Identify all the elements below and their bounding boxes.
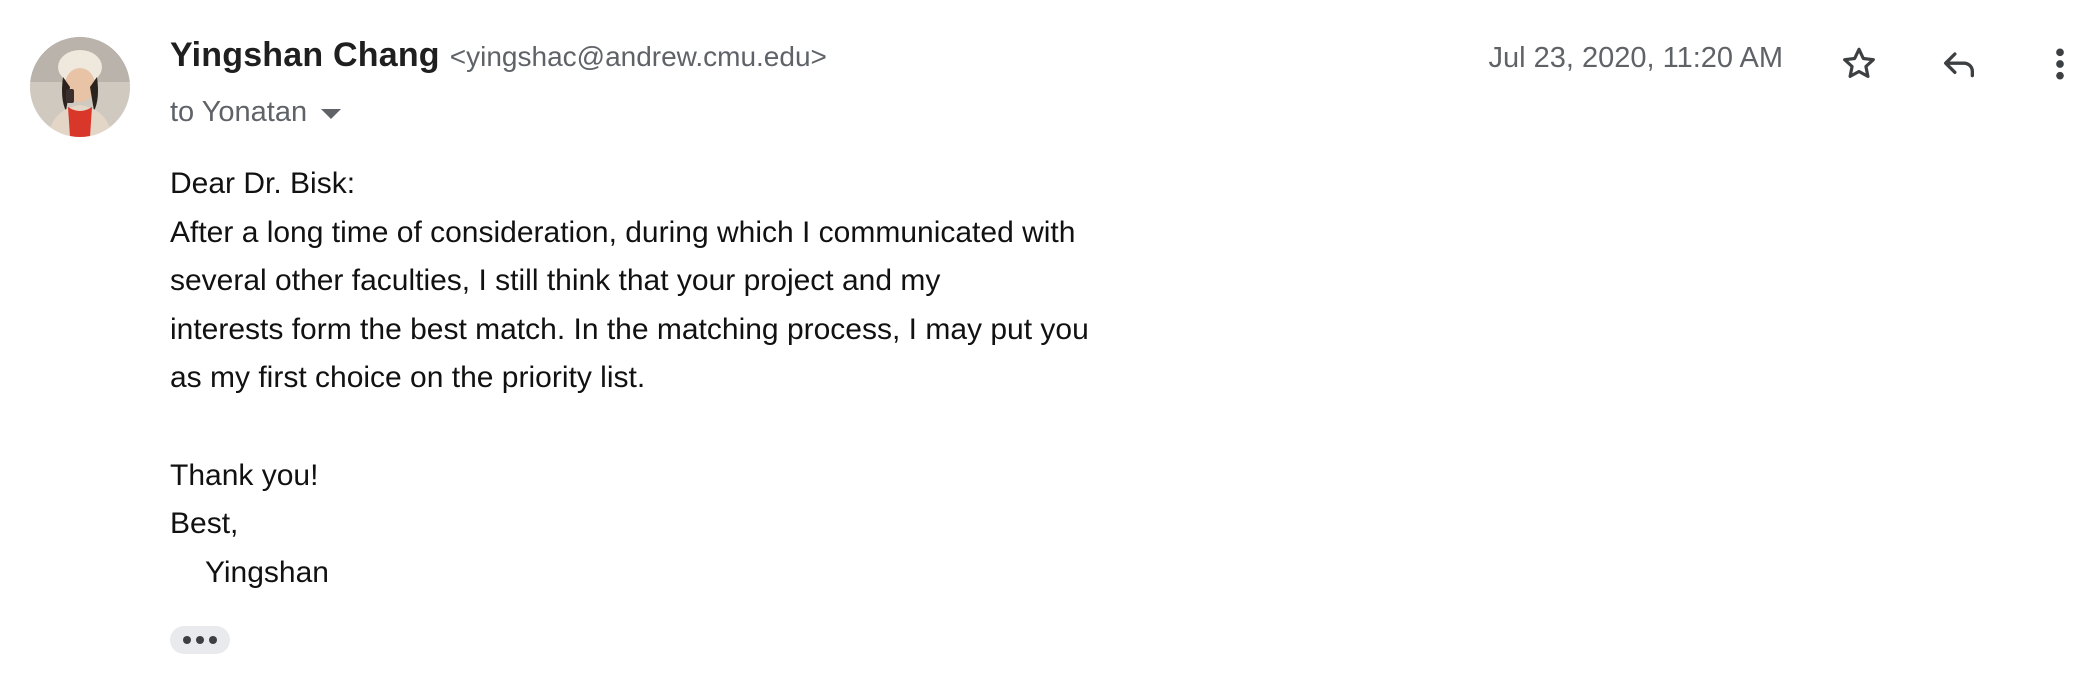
more-vert-icon: [2056, 48, 2064, 80]
star-icon: [1843, 47, 1875, 78]
reply-icon: [1944, 52, 1974, 78]
closing-line: Best,: [170, 507, 239, 541]
recipient-label: to Yonatan: [170, 95, 308, 128]
thanks-line: Thank you!: [170, 458, 319, 492]
star-button[interactable]: [1831, 36, 1887, 92]
more-horiz-icon-dot: [196, 636, 204, 644]
body-line: several other faculties, I still think t…: [170, 264, 941, 298]
reply-button[interactable]: [1931, 36, 1987, 92]
greeting: Dear Dr. Bisk:: [170, 167, 356, 200]
body-line: After a long time of consideration, duri…: [170, 215, 1076, 249]
sender-avatar[interactable]: [30, 37, 130, 137]
message-body: Dear Dr. Bisk: After a long time of cons…: [170, 160, 1270, 597]
email-message: Yingshan Chang <yingshac@andrew.cmu.edu>…: [0, 0, 2088, 692]
caret-down-icon[interactable]: [321, 108, 342, 119]
sender-name[interactable]: Yingshan Chang: [170, 36, 440, 75]
message-date: Jul 23, 2020, 11:20 AM: [1488, 42, 1783, 74]
show-trimmed-content-button[interactable]: [170, 626, 230, 654]
recipient-details-toggle[interactable]: to Yonatan: [170, 92, 342, 132]
body-line: as my first choice on the priority list.: [170, 361, 646, 395]
sender-info: Yingshan Chang <yingshac@andrew.cmu.edu>: [170, 36, 827, 86]
more-horiz-icon: [183, 636, 191, 644]
more-options-button[interactable]: [2032, 36, 2088, 92]
body-line: interests form the best match. In the ma…: [170, 312, 1089, 346]
signature: Yingshan: [205, 555, 329, 589]
sender-email: <yingshac@andrew.cmu.edu>: [449, 41, 827, 72]
more-horiz-icon-dot: [209, 636, 217, 644]
